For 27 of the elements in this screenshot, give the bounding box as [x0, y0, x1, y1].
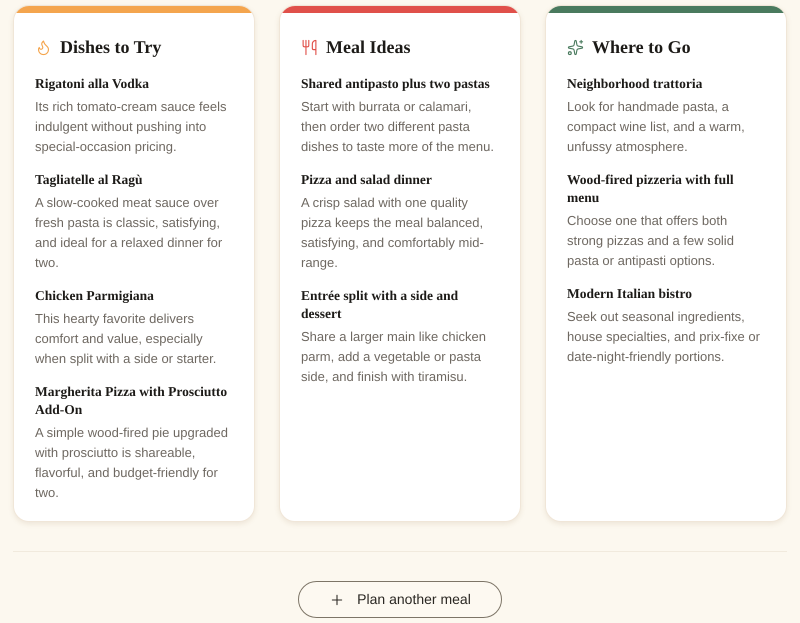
plan-another-meal-button[interactable]: Plan another meal — [298, 581, 502, 618]
item-title: Pizza and salad dinner — [301, 171, 433, 189]
item-description: A crisp salad with one quality pizza keeps the meal balanced, satisfying, and comfortably mid-range. — [301, 194, 485, 272]
item-description: A slow-cooked meat sauce over fresh pasta is classic, satisfying, and ideal for a relaxed dinner for two. — [35, 194, 224, 272]
card-title: Where to Go — [592, 36, 691, 59]
sparkles-icon — [567, 38, 584, 56]
flame-icon — [35, 38, 52, 56]
item-description: Choose one that offers both strong pizzas and a few solid pasta or antipasti options. — [567, 212, 735, 270]
item-title: Rigatoni alla Vodka — [35, 75, 150, 93]
item-title: Margherita Pizza with Prosciutto Add-On — [35, 383, 228, 419]
item-description: This hearty favorite delivers comfort and value, especially when split with a side or starter. — [35, 310, 218, 368]
card-title: Meal Ideas — [326, 36, 410, 59]
item-description: Seek out seasonal ingredients, house specialties, and prix-fixe or date-night-friendly portions. — [567, 308, 761, 366]
item-title: Entrée split with a side and dessert — [301, 287, 460, 323]
item-title: Tagliatelle al Ragù — [35, 171, 144, 189]
item-description: A simple wood-fired pie upgraded with prosciutto is shareable, flavorful, and budget-friendly for two. — [35, 424, 229, 502]
item-title: Neighborhood trattoria — [567, 75, 704, 93]
card-title: Dishes to Try — [60, 36, 162, 59]
item-title: Wood-fired pizzeria with full menu — [567, 171, 735, 207]
item-description: Look for handmade pasta, a compact wine list, and a warm, unfussy atmosphere. — [567, 98, 746, 156]
item-title: Chicken Parmigiana — [35, 287, 155, 305]
item-title: Shared antipasto plus two pastas — [301, 75, 491, 93]
fork-and-knife-icon — [301, 38, 318, 56]
item-title: Modern Italian bistro — [567, 285, 694, 303]
item-description: Start with burrata or calamari, then order two different pasta dishes to taste more of the menu. — [301, 98, 495, 156]
item-description: Its rich tomato-cream sauce feels indulgent without pushing into special-occasion pricing. — [35, 98, 228, 156]
item-description: Share a larger main like chicken parm, add a vegetable or pasta side, and finish with tiramisu. — [301, 328, 487, 386]
